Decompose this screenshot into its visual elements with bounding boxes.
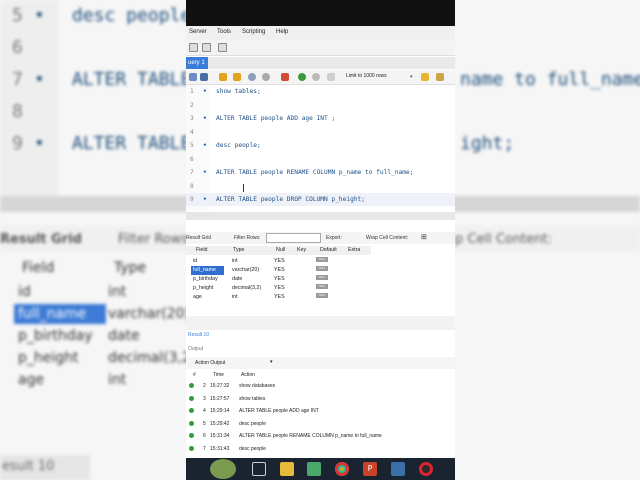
execute-current-icon[interactable] (233, 73, 241, 81)
tab-query-1[interactable]: uery 1 (186, 57, 208, 69)
rollback-icon[interactable] (312, 73, 320, 81)
result-grid-button[interactable]: Result Grid (186, 235, 211, 241)
action-log: # Time Action 2 15:27:32 show databases 31… (186, 370, 455, 456)
main-toolbar (186, 40, 455, 56)
taskbar: P (186, 458, 455, 480)
success-icon (189, 445, 194, 451)
code-line[interactable]: 8 (186, 180, 455, 193)
list-item[interactable]: 6 15:31:34 ALTER TABLE people RENAME COLUM… (186, 430, 455, 442)
bg-result-tab: esult 10 (0, 455, 90, 480)
table-row[interactable]: id int YES NULL (186, 257, 371, 266)
form-editor-icon[interactable]: ⊞ (421, 233, 427, 241)
save-icon[interactable] (200, 73, 208, 81)
commit-icon[interactable] (298, 73, 306, 81)
toggle-error-icon[interactable] (281, 73, 289, 81)
code-line-current[interactable]: 9 • ALTER TABLE people DROP COLUMN p_heigh… (186, 193, 455, 206)
editor-toolbar: Limit to 1000 rows ▾ (186, 70, 455, 85)
reconnect-icon[interactable] (218, 43, 227, 52)
success-icon (189, 408, 194, 413)
mouse-cursor (243, 184, 244, 192)
panel-divider[interactable] (186, 212, 455, 220)
stop-icon[interactable] (262, 73, 270, 81)
list-item[interactable]: 5 15:29:42 desc people (186, 418, 455, 430)
powerpoint-icon[interactable]: P (363, 462, 377, 476)
task-view-icon[interactable] (252, 462, 266, 476)
code-line[interactable]: 1 • show tables; (186, 85, 455, 98)
code-line[interactable]: 6 (186, 153, 455, 166)
query-tab-bar: uery 1 (186, 57, 455, 69)
sql-editor[interactable]: 1 • show tables; 2 3 • ALTER TABLE people AD… (186, 85, 455, 211)
table-row[interactable]: p_birthday date YES NULL (186, 275, 371, 284)
results-footer (186, 316, 455, 330)
chevron-down-icon: ▾ (270, 359, 273, 365)
action-log-header: # Time Action (193, 372, 255, 378)
window-title-bar (186, 0, 455, 26)
menu-server[interactable]: Server (189, 29, 207, 35)
screen-recorder-icon[interactable] (419, 462, 433, 476)
list-item[interactable]: 7 15:31:43 desc people (186, 443, 455, 455)
bg-result-grid: Field Type id int full_name varchar(20) … (18, 260, 197, 388)
grid-header: Field Type Null Key Default Extra (186, 246, 371, 255)
mysql-workbench-window: Server Tools Scripting Help uery 1 Limit… (186, 0, 455, 458)
success-icon (189, 383, 194, 388)
output-header: Output (188, 346, 204, 352)
beautify-icon[interactable] (436, 73, 444, 81)
menu-scripting[interactable]: Scripting (242, 29, 265, 35)
code-line[interactable]: 7 • ALTER TABLE people RENAME COLUMN p_nam… (186, 166, 455, 179)
start-icon[interactable] (210, 459, 236, 479)
menu-help[interactable]: Help (276, 29, 288, 35)
menu-tools[interactable]: Tools (217, 29, 231, 35)
calculator-icon[interactable] (307, 462, 321, 476)
limit-rows-select[interactable]: Limit to 1000 rows (346, 73, 387, 79)
code-line[interactable]: 3 • ALTER TABLE people ADD age INT ; (186, 112, 455, 125)
code-line[interactable]: 4 (186, 126, 455, 139)
execute-icon[interactable] (219, 73, 227, 81)
chevron-down-icon[interactable]: ▾ (410, 74, 413, 80)
action-output-select[interactable]: Action Output ▾ (186, 357, 455, 369)
filter-rows-input[interactable] (266, 233, 321, 243)
tab-result-10[interactable]: Result 10 (186, 331, 455, 339)
success-icon (189, 433, 194, 438)
result-grid: Field Type Null Key Default Extra id int… (186, 246, 371, 306)
table-row[interactable]: p_height decimal(3,2) YES NULL (186, 284, 371, 293)
menu-bar: Server Tools Scripting Help (186, 26, 455, 40)
code-line[interactable]: 2 (186, 99, 455, 112)
table-row[interactable]: full_name varchar(20) YES NULL (186, 266, 371, 275)
list-item[interactable]: 3 15:27:57 show tables (186, 393, 455, 405)
wrap-cell-button[interactable]: Wrap Cell Content: (366, 235, 408, 241)
code-line[interactable]: 5 • desc people; (186, 139, 455, 152)
inspect-icon[interactable] (202, 43, 211, 52)
explain-icon[interactable] (248, 73, 256, 81)
success-icon (189, 420, 194, 426)
autocommit-icon[interactable] (327, 73, 335, 81)
file-explorer-icon[interactable] (280, 462, 294, 476)
mysql-workbench-icon[interactable] (391, 462, 405, 476)
chrome-icon[interactable] (335, 462, 349, 476)
open-file-icon[interactable] (189, 73, 197, 81)
table-row[interactable]: age int YES NULL (186, 293, 371, 302)
list-item[interactable]: 2 15:27:32 show databases (186, 380, 455, 392)
export-button[interactable]: Export: (326, 235, 342, 241)
list-item[interactable]: 4 15:29:14 ALTER TABLE people ADD age INT (186, 405, 455, 417)
new-connection-icon[interactable] (189, 43, 198, 52)
bookmark-icon[interactable] (421, 73, 429, 81)
success-icon (189, 395, 194, 401)
filter-rows-label: Filter Rows: (234, 235, 261, 241)
